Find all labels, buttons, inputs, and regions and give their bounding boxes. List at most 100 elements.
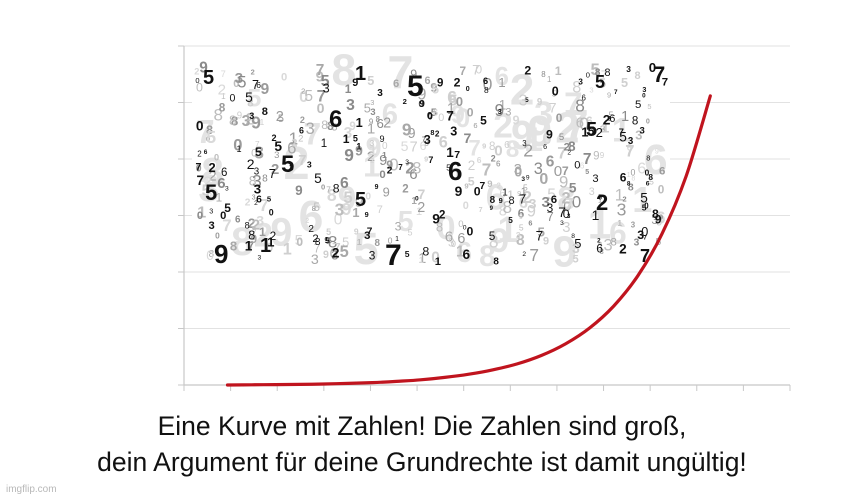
texture-digit: 6 xyxy=(463,247,471,262)
texture-digit: 5 xyxy=(574,236,581,251)
texture-digit: 5 xyxy=(525,97,529,104)
texture-digit: 9 xyxy=(499,196,503,205)
texture-digit: 5 xyxy=(480,114,487,128)
texture-digit: 8 xyxy=(376,115,381,124)
texture-digit: 0 xyxy=(586,70,590,79)
texture-digit: 8 xyxy=(646,153,650,162)
texture-digit: 0 xyxy=(574,160,580,172)
texture-digit: 3 xyxy=(589,186,595,198)
texture-digit: 3 xyxy=(631,220,636,229)
texture-digit: 2 xyxy=(197,149,202,158)
texture-digit: 5 xyxy=(325,237,330,246)
texture-digit: 9 xyxy=(513,112,520,127)
texture-digit: 7 xyxy=(519,191,526,206)
texture-digit: 2 xyxy=(300,115,305,125)
texture-digit: 9 xyxy=(527,203,536,221)
texture-digit: 7 xyxy=(464,130,472,146)
texture-digit: 2 xyxy=(245,198,251,209)
texture-digit: 1 xyxy=(498,75,505,90)
texture-digit: 0 xyxy=(197,210,203,222)
texture-digit: 9 xyxy=(607,91,611,100)
texture-digit: 6 xyxy=(299,126,304,136)
texture-digit-large: 1 xyxy=(260,235,271,257)
texture-digit: 1 xyxy=(345,82,352,96)
texture-digit: 6 xyxy=(496,159,501,168)
texture-digit: 5 xyxy=(585,169,589,176)
texture-digit-large: 6 xyxy=(448,156,462,186)
texture-digit: 5 xyxy=(224,201,231,215)
texture-digit: 7 xyxy=(558,205,566,220)
texture-digit: 0 xyxy=(552,84,559,98)
texture-digit: 9 xyxy=(437,78,443,90)
texture-digit: 0 xyxy=(463,200,469,212)
texture-digit: 3 xyxy=(498,108,502,116)
texture-digit: 9 xyxy=(487,179,492,190)
texture-digit: 3 xyxy=(377,88,383,99)
texture-digit: 3 xyxy=(405,159,409,166)
texture-digit: 5 xyxy=(635,99,641,111)
texture-digit: 3 xyxy=(505,106,511,118)
texture-digit: 6 xyxy=(596,242,603,256)
texture-digit: 2 xyxy=(291,137,297,149)
texture-digit: 0 xyxy=(494,142,502,159)
texture-digit: 8 xyxy=(541,70,546,79)
texture-digit: 5 xyxy=(206,127,216,147)
texture-digit: 1 xyxy=(356,115,363,130)
texture-digit: 8 xyxy=(605,67,611,79)
texture-digit: 6 xyxy=(256,80,261,90)
texture-digit: 5 xyxy=(340,243,349,261)
texture-digit: 3 xyxy=(628,136,634,147)
texture-digit-large: 5 xyxy=(407,70,424,103)
texture-digit: 5 xyxy=(255,145,262,159)
texture-digit: 2 xyxy=(218,81,226,98)
texture-digit: 0 xyxy=(317,100,325,116)
texture-digit: 7 xyxy=(316,62,325,79)
texture-digit: 3 xyxy=(395,220,402,234)
texture-digit: 9 xyxy=(526,175,530,182)
texture-digit: 9 xyxy=(375,184,379,191)
texture-digit: 2 xyxy=(251,68,255,77)
texture-digit: 9 xyxy=(344,145,354,165)
texture-digit: 2 xyxy=(209,160,216,175)
texture-digit: 8 xyxy=(493,256,499,267)
texture-digit: 3 xyxy=(335,200,345,220)
texture-digit: 1 xyxy=(617,218,622,228)
texture-digit: 8 xyxy=(262,106,268,118)
texture-digit: 5 xyxy=(647,102,651,111)
texture-digit: 2 xyxy=(439,209,445,221)
texture-digit: 9 xyxy=(600,151,605,160)
texture-digit: 0 xyxy=(428,111,433,122)
texture-digit: 8 xyxy=(430,128,434,137)
texture-digit: 3 xyxy=(604,236,613,254)
texture-digit: 8 xyxy=(571,233,575,240)
texture-digit: 7 xyxy=(472,63,480,78)
texture-digit: 0 xyxy=(230,93,236,105)
texture-digit: 9 xyxy=(546,128,553,142)
texture-digit: 3 xyxy=(589,86,593,95)
texture-digit: 3 xyxy=(306,120,315,138)
texture-digit-large: 1 xyxy=(355,63,366,85)
texture-digit: 8 xyxy=(632,114,638,127)
texture-digit: 6 xyxy=(221,167,227,179)
texture-digit: 0 xyxy=(196,119,204,134)
texture-digit: 8 xyxy=(635,70,641,82)
texture-digit: 3 xyxy=(254,166,260,177)
texture-digit: 5 xyxy=(405,249,410,259)
texture-digit: 3 xyxy=(640,125,645,136)
texture-digit: 6 xyxy=(582,93,587,102)
texture-digit: 0 xyxy=(269,208,274,218)
texture-digit: 0 xyxy=(645,168,650,178)
texture-digit: 5 xyxy=(343,188,352,207)
texture-digit: 8 xyxy=(627,181,631,188)
texture-digit: 2 xyxy=(194,66,199,76)
texture-digit: 5 xyxy=(364,101,371,116)
texture-digit: 0 xyxy=(365,191,371,202)
texture-digit: 3 xyxy=(626,64,631,74)
texture-digit: 7 xyxy=(196,161,202,173)
texture-digit: 3 xyxy=(346,97,355,114)
texture-digit: 7 xyxy=(446,108,454,123)
texture-digit: 1 xyxy=(357,237,362,247)
texture-digit: 9 xyxy=(482,142,486,151)
texture-digit: 3 xyxy=(450,124,457,138)
texture-digit: 9 xyxy=(537,97,543,108)
